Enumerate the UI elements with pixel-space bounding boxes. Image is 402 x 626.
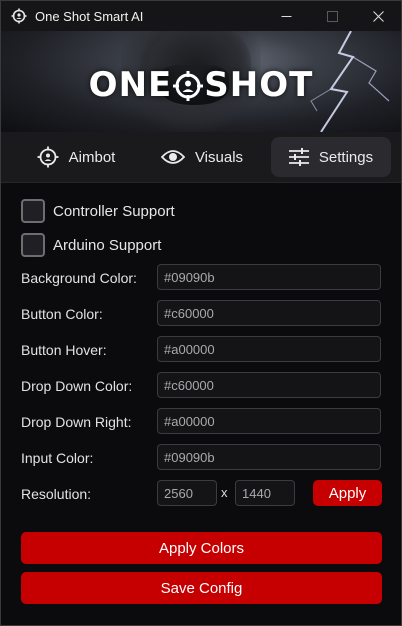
drop-down-color-label: Drop Down Color: [21,378,133,394]
close-button[interactable] [355,1,401,31]
resolution-separator: x [221,485,228,500]
header-banner: ONE SHOT [1,31,401,132]
app-window: One Shot Smart AI ONE SHOT Aimbot Visual… [0,0,402,626]
apply-resolution-button[interactable]: Apply [313,480,382,506]
input-color-label: Input Color: [21,450,94,466]
drop-down-right-label: Drop Down Right: [21,414,132,430]
resolution-height-input[interactable]: 1440 [235,480,295,506]
button-color-row: Button Color: #c60000 [21,300,383,328]
input-color-row: Input Color: #09090b [21,444,383,472]
logo-crosshair-icon [173,71,204,101]
button-color-input[interactable]: #c60000 [157,300,381,326]
tab-label: Visuals [194,148,244,166]
maximize-button[interactable] [309,1,355,31]
button-hover-input[interactable]: #a00000 [157,336,381,362]
window-controls [263,1,401,31]
tab-label: Aimbot [68,148,116,166]
button-color-label: Button Color: [21,306,103,322]
drop-down-color-row: Drop Down Color: #c60000 [21,372,383,400]
resolution-width-input[interactable]: 2560 [157,480,217,506]
arduino-support-option[interactable]: Arduino Support [21,233,161,257]
crosshair-icon [11,8,27,24]
tab-visuals[interactable]: Visuals [147,137,257,177]
background-color-input[interactable]: #09090b [157,264,381,290]
background-color-row: Background Color: #09090b [21,264,383,292]
sliders-icon [288,148,309,166]
arduino-support-checkbox[interactable] [21,233,45,257]
background-color-label: Background Color: [21,270,137,286]
resolution-row: Resolution: 2560 x 1440 Apply [21,480,383,508]
logo-text-right: SHOT [204,65,314,105]
one-shot-logo: ONE SHOT [1,65,401,105]
maximize-icon [326,10,338,22]
button-hover-label: Button Hover: [21,342,107,358]
tab-settings[interactable]: Settings [271,137,391,177]
tab-label: Settings [318,148,374,166]
controller-support-checkbox[interactable] [21,199,45,223]
drop-down-right-row: Drop Down Right: #a00000 [21,408,383,436]
minimize-button[interactable] [263,1,309,31]
input-color-input[interactable]: #09090b [157,444,381,470]
arduino-support-label: Arduino Support [53,236,162,254]
tab-aimbot[interactable]: Aimbot [21,137,131,177]
controller-support-label: Controller Support [53,202,175,220]
drop-down-color-input[interactable]: #c60000 [157,372,381,398]
save-config-button[interactable]: Save Config [21,572,382,604]
logo-text-left: ONE [88,65,173,105]
minimize-icon [281,15,291,17]
title-bar[interactable]: One Shot Smart AI [1,1,401,31]
eye-icon [160,150,185,164]
resolution-label: Resolution: [21,486,92,502]
tab-bar: Aimbot Visuals Settings [1,132,401,183]
apply-colors-button[interactable]: Apply Colors [21,532,382,564]
button-hover-row: Button Hover: #a00000 [21,336,383,364]
drop-down-right-input[interactable]: #a00000 [157,408,381,434]
crosshair-icon [37,146,59,168]
close-icon [372,10,384,22]
window-title: One Shot Smart AI [35,8,144,24]
controller-support-option[interactable]: Controller Support [21,199,175,223]
